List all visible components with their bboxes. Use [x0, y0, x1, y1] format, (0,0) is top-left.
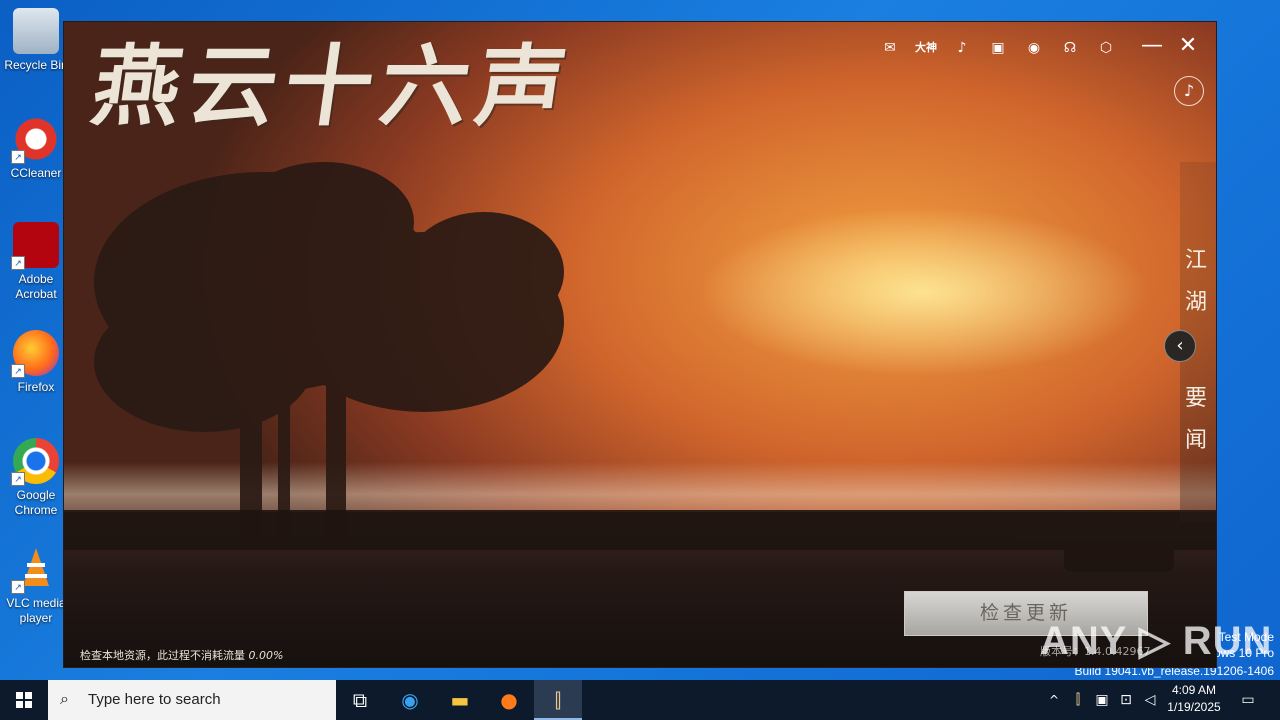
shortcut-arrow-icon: ↗ [11, 150, 25, 164]
taskbar: ⌕ Type here to search ⧉ ◉ ▬ ● ⫿ ^ ⫿ ▣ ⊡ … [0, 680, 1280, 720]
edge-icon[interactable]: ◉ [386, 680, 434, 720]
news-expand-button[interactable]: ‹ [1164, 330, 1196, 362]
shortcut-arrow-icon: ↗ [11, 364, 25, 378]
settings-icon[interactable]: ⬡ [1092, 36, 1120, 60]
search-icon: ⌕ [60, 691, 69, 708]
shortcut-arrow-icon: ↗ [11, 580, 25, 594]
wechat-icon[interactable]: ✉ [876, 36, 904, 60]
adobe-acrobat-icon: ↗ [11, 222, 59, 270]
desktop-icon-label: Adobe Acrobat [15, 272, 57, 301]
clock-date: 1/19/2025 [1167, 700, 1221, 714]
desktop-icon-label: Google Chrome [14, 488, 58, 517]
game-logo: 燕云十六声 [85, 34, 581, 138]
desktop-icon-label: Recycle Bin [4, 58, 68, 72]
vlc-icon: ↗ [11, 546, 59, 594]
status-percent: 0.00% [248, 649, 284, 662]
desktop-icon-adobe-acrobat[interactable]: ↗ Adobe Acrobat [4, 222, 68, 302]
launcher-toolbar: ✉ 大神 ♪ ▣ ◉ ☊ ⬡ [876, 36, 1120, 60]
desktop-icon-label: CCleaner [10, 166, 62, 180]
game-launcher-taskbar-icon[interactable]: ⫿ [534, 680, 582, 720]
file-explorer-icon[interactable]: ▬ [436, 680, 484, 720]
news-title-char: 江 [1184, 248, 1207, 273]
clock-time: 4:09 AM [1171, 683, 1217, 697]
news-title-char: 湖 [1184, 290, 1207, 315]
search-placeholder: Type here to search [88, 691, 221, 708]
status-bar: 检查本地资源，此过程不消耗流量 0.00% [80, 647, 283, 663]
show-hidden-icons-chevron-icon[interactable]: ^ [1044, 680, 1064, 720]
task-view-icon[interactable]: ⧉ [336, 680, 384, 720]
volume-icon[interactable]: ◁ [1140, 680, 1160, 720]
taskbar-clock[interactable]: 4:09 AM 1/19/2025 [1164, 682, 1224, 716]
game-launcher-window: 燕云十六声 ✉ 大神 ♪ ▣ ◉ ☊ ⬡ — ✕ ♪ 江 湖 要 闻 ‹ 检查更… [64, 22, 1216, 667]
bilibili-icon[interactable]: ▣ [984, 36, 1012, 60]
douyin-icon[interactable]: ♪ [948, 36, 976, 60]
firefox-icon: ↗ [11, 330, 59, 378]
support-headset-icon[interactable]: ☊ [1056, 36, 1084, 60]
music-toggle-button[interactable]: ♪ [1174, 76, 1204, 106]
dashen-icon[interactable]: 大神 [912, 36, 940, 60]
windows-logo-icon [16, 692, 32, 708]
start-button[interactable] [0, 680, 48, 720]
close-button[interactable]: ✕ [1176, 34, 1200, 58]
desktop-icon-label: Firefox [17, 380, 55, 394]
shortcut-arrow-icon: ↗ [11, 472, 25, 486]
desktop-icon-firefox[interactable]: ↗ Firefox [4, 330, 68, 395]
network-icon[interactable]: ⊡ [1116, 680, 1136, 720]
desktop-icon-label: VLC media player [6, 596, 66, 625]
desktop-icon-ccleaner[interactable]: ↗ CCleaner [4, 116, 68, 181]
status-label: 检查本地资源，此过程不消耗流量 [80, 649, 245, 662]
weibo-icon[interactable]: ◉ [1020, 36, 1048, 60]
firefox-taskbar-icon[interactable]: ● [485, 680, 533, 720]
recycle-bin-icon [13, 8, 59, 54]
desktop-icon-recycle-bin[interactable]: Recycle Bin [4, 8, 68, 73]
desktop-icon-google-chrome[interactable]: ↗ Google Chrome [4, 438, 68, 518]
taskbar-search-box[interactable]: ⌕ Type here to search [48, 680, 336, 720]
notification-center-icon[interactable]: ▭ [1236, 680, 1260, 720]
minimize-button[interactable]: — [1140, 34, 1164, 58]
news-title-char: 要 [1184, 386, 1207, 411]
ccleaner-icon: ↗ [11, 116, 59, 164]
news-title-char: 闻 [1184, 428, 1207, 453]
desktop-icon-vlc[interactable]: ↗ VLC media player [4, 546, 68, 626]
shortcut-arrow-icon: ↗ [11, 256, 25, 270]
chrome-icon: ↗ [11, 438, 59, 486]
anyrun-watermark: ANY ▷ RUN [1040, 619, 1273, 663]
tray-meet-icon[interactable]: ▣ [1092, 680, 1112, 720]
tray-game-icon[interactable]: ⫿ [1068, 680, 1088, 720]
